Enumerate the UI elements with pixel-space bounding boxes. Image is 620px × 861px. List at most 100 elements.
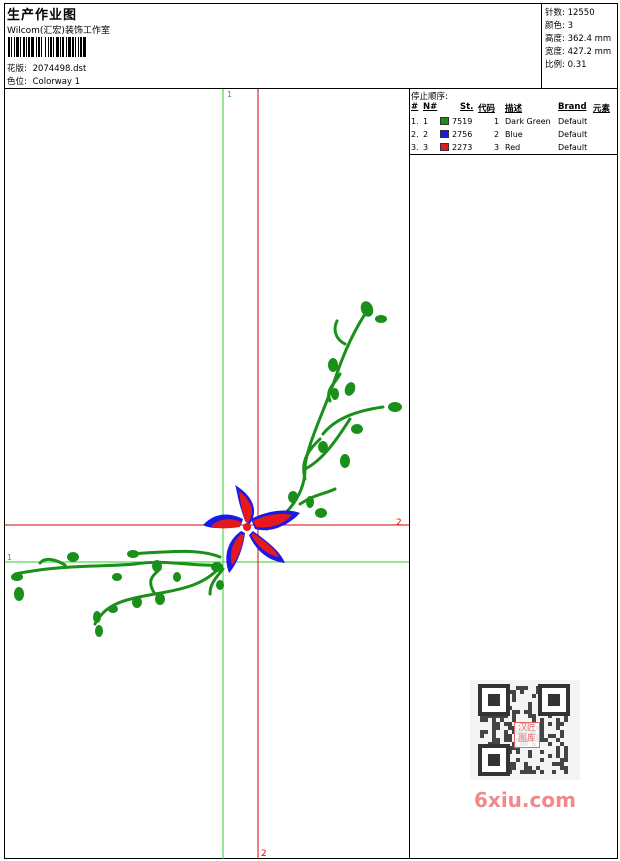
qr-module — [512, 762, 516, 766]
stat-value: 0.31 — [567, 60, 587, 70]
design-file: 2074498.dst — [32, 64, 87, 74]
qr-module — [484, 730, 488, 734]
qr-module — [540, 730, 544, 734]
guide-label-top: 1 — [227, 90, 232, 99]
qr-module — [540, 734, 544, 738]
design-canvas: 1 1 2 2 — [5, 89, 409, 859]
barcode-bar — [20, 37, 21, 57]
barcode-bar — [78, 37, 79, 57]
qr-module — [548, 734, 552, 738]
row-st: 2273 — [452, 143, 473, 152]
site-watermark: 6xiu.com — [474, 788, 576, 812]
qr-module — [528, 750, 532, 754]
barcode-bar — [68, 37, 71, 57]
color-swatch-blue — [440, 130, 449, 138]
stat-height: 高度: 362.4 mm — [545, 32, 611, 44]
barcode-bar — [36, 37, 37, 57]
qr-module — [540, 718, 544, 722]
barcode-bar — [72, 37, 74, 57]
barcode-bar — [60, 37, 61, 57]
qr-module — [564, 758, 568, 762]
barcode — [8, 37, 86, 57]
row-desc: Blue — [505, 130, 523, 139]
qr-module — [504, 730, 508, 734]
row-st: 2756 — [452, 130, 473, 139]
qr-module — [548, 742, 552, 746]
qr-module — [540, 758, 544, 762]
qr-module — [556, 738, 560, 742]
barcode-bar — [8, 37, 10, 57]
qr-module — [560, 766, 564, 770]
qr-module — [520, 770, 524, 774]
qr-module — [528, 706, 532, 710]
qr-module — [500, 718, 504, 722]
row-num: 1. — [411, 117, 419, 126]
qr-module — [492, 730, 496, 734]
qr-module — [528, 770, 532, 774]
flower — [203, 485, 300, 573]
qr-module — [508, 734, 512, 738]
qr-module — [556, 750, 560, 754]
col-code: 代码 — [478, 104, 496, 114]
col-element: 元素 — [593, 104, 611, 114]
qr-module — [516, 758, 520, 762]
qr-module — [552, 734, 556, 738]
barcode-bar — [50, 37, 52, 57]
qr-module — [496, 738, 500, 742]
qr-module — [504, 734, 508, 738]
qr-module — [512, 694, 516, 698]
stat-label: 针数: — [545, 8, 565, 18]
stat-value: 427.2 mm — [567, 47, 612, 57]
stat-scale: 比例: 0.31 — [545, 58, 587, 70]
qr-module — [560, 762, 564, 766]
qr-module — [492, 726, 496, 730]
barcode-bar — [16, 37, 19, 57]
barcode-bar — [83, 37, 86, 57]
qr-module — [496, 726, 500, 730]
qr-module — [536, 766, 540, 770]
qr-module — [556, 746, 560, 750]
qr-module — [564, 754, 568, 758]
qr-module — [520, 690, 524, 694]
upper-vine — [265, 309, 385, 531]
color-swatch-red — [440, 143, 449, 151]
qr-module — [508, 738, 512, 742]
qr-module — [508, 722, 512, 726]
colorway-row: 色位: Colorway 1 — [7, 75, 80, 87]
qr-module — [540, 770, 544, 774]
row-desc: Red — [505, 143, 521, 152]
qr-module — [512, 714, 516, 718]
qr-module — [484, 718, 488, 722]
qr-module — [512, 710, 516, 714]
qr-module — [508, 726, 512, 730]
barcode-bar — [14, 37, 15, 57]
seal-stamp: 汉匠图库 — [514, 722, 540, 748]
qr-module — [496, 722, 500, 726]
qr-module — [560, 722, 564, 726]
qr-module — [552, 770, 556, 774]
qr-module — [524, 762, 528, 766]
stat-label: 颜色: — [545, 21, 565, 31]
qr-module — [544, 738, 548, 742]
panel-divider — [409, 88, 410, 859]
col-st: St. — [460, 102, 474, 112]
qr-module — [556, 754, 560, 758]
qr-module — [528, 702, 532, 706]
qr-module — [480, 734, 484, 738]
qr-module — [480, 730, 484, 734]
barcode-bar — [56, 37, 59, 57]
barcode-bar — [41, 37, 42, 57]
row-brand: Default — [558, 130, 588, 139]
qr-module — [512, 766, 516, 770]
qr-module — [532, 714, 536, 718]
qr-module — [556, 726, 560, 730]
qr-module — [524, 686, 528, 690]
col-brand: Brand — [558, 102, 587, 112]
company-name: Wilcom(汇宏)装饰工作室 — [7, 26, 110, 36]
row-n: 1 — [423, 117, 429, 126]
colorway-label: 色位: — [7, 77, 27, 87]
guide-label-left: 1 — [7, 553, 12, 562]
qr-module — [492, 718, 496, 722]
qr-module — [480, 718, 484, 722]
upper-leaves — [288, 301, 402, 518]
